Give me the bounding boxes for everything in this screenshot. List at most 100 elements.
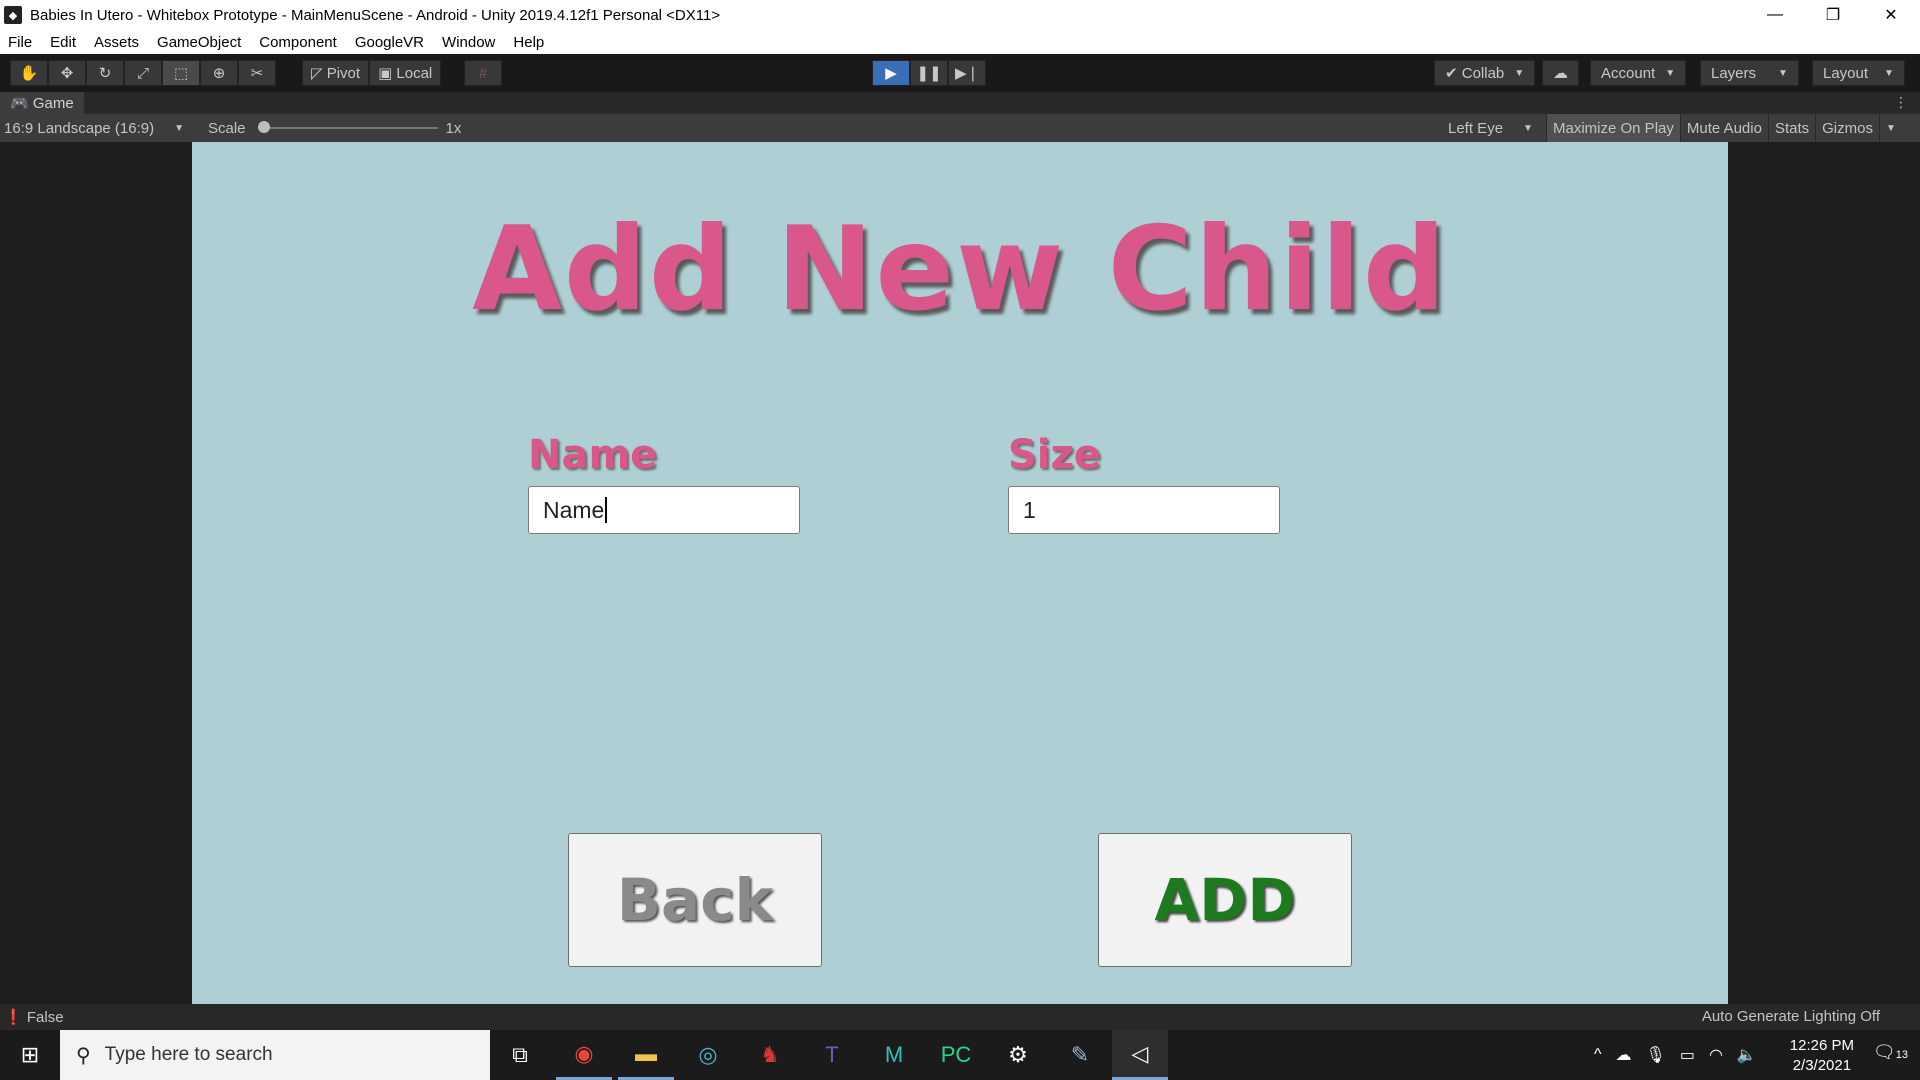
name-input-value: Name bbox=[543, 496, 605, 523]
chevron-down-icon: ▼ bbox=[1884, 67, 1894, 79]
eye-label: Left Eye bbox=[1448, 119, 1504, 137]
microphone-icon[interactable]: 🎙 bbox=[1646, 1045, 1666, 1065]
windows-start-icon[interactable]: ⊞ bbox=[0, 1030, 60, 1080]
layers-dropdown[interactable]: Layers ▼ bbox=[1700, 60, 1799, 86]
menu-component[interactable]: Component bbox=[259, 34, 337, 51]
paint-icon[interactable]: ✎ bbox=[1052, 1030, 1108, 1080]
volume-icon[interactable]: 🔈 bbox=[1737, 1045, 1757, 1065]
scale-control: Scale 1x bbox=[208, 114, 461, 142]
more-options-icon[interactable]: ⋮ bbox=[1894, 94, 1908, 111]
pycharm-icon[interactable]: PC bbox=[928, 1030, 984, 1080]
search-placeholder: Type here to search bbox=[104, 1044, 273, 1065]
account-label: Account bbox=[1601, 64, 1656, 82]
account-dropdown[interactable]: Account ▼ bbox=[1590, 60, 1687, 86]
collab-dropdown[interactable]: ✔ Collab ▼ bbox=[1434, 60, 1536, 86]
size-input-value: 1 bbox=[1023, 496, 1036, 523]
rect-tool-icon[interactable]: ⬚ bbox=[162, 60, 200, 86]
back-button[interactable]: Back bbox=[568, 833, 822, 967]
tray-cloud-icon[interactable]: ☁ bbox=[1616, 1045, 1632, 1065]
gizmos-dropdown-icon[interactable]: ▼ bbox=[1878, 114, 1902, 142]
cloud-icon: ☁ bbox=[1553, 65, 1568, 82]
custom-tool-icon[interactable]: ✂ bbox=[238, 60, 276, 86]
menu-help[interactable]: Help bbox=[513, 34, 544, 51]
pivot-label: Pivot bbox=[326, 64, 361, 82]
chevron-down-icon: ▼ bbox=[174, 122, 185, 134]
window-titlebar: ◆ Babies In Utero - Whitebox Prototype -… bbox=[0, 0, 1920, 30]
task-view-icon[interactable]: ⧉ bbox=[492, 1030, 548, 1080]
layout-dropdown[interactable]: Layout ▼ bbox=[1812, 60, 1905, 86]
app-red-icon[interactable]: ♞ bbox=[742, 1030, 798, 1080]
maximize-button[interactable]: ❐ bbox=[1804, 0, 1862, 30]
step-button[interactable]: ▶❘ bbox=[948, 60, 986, 86]
aspect-label: 16:9 Landscape (16:9) bbox=[4, 119, 155, 137]
notification-center-icon[interactable]: 🗨13 bbox=[1873, 1042, 1908, 1063]
collab-label: Collab bbox=[1461, 64, 1505, 82]
size-label: Size bbox=[1008, 432, 1101, 478]
mural-icon[interactable]: M bbox=[866, 1030, 922, 1080]
notification-count: 13 bbox=[1895, 1049, 1908, 1061]
scale-slider[interactable] bbox=[257, 121, 438, 133]
chrome-icon[interactable]: ◉ bbox=[556, 1030, 612, 1080]
status-message[interactable]: False bbox=[27, 1009, 64, 1026]
teams-icon[interactable]: T bbox=[804, 1030, 860, 1080]
size-input[interactable]: 1 bbox=[1008, 486, 1280, 534]
play-button[interactable]: ▶ bbox=[872, 60, 910, 86]
scale-tool-icon[interactable]: ⤢ bbox=[124, 60, 162, 86]
close-button[interactable]: ✕ bbox=[1862, 0, 1920, 30]
move-tool-icon[interactable]: ✥ bbox=[48, 60, 86, 86]
scale-label: Scale bbox=[208, 119, 246, 137]
local-label: Local bbox=[396, 64, 433, 82]
wifi-icon[interactable]: ◠ bbox=[1709, 1045, 1723, 1065]
minimize-button[interactable]: — bbox=[1746, 0, 1804, 30]
rotate-tool-icon[interactable]: ↻ bbox=[86, 60, 124, 86]
mute-audio-toggle[interactable]: Mute Audio bbox=[1679, 114, 1768, 142]
search-icon: ⚲ bbox=[76, 1044, 91, 1067]
tab-game[interactable]: 🎮 Game bbox=[0, 92, 84, 114]
cloud-button[interactable]: ☁ bbox=[1542, 60, 1579, 86]
chevron-down-icon: ▼ bbox=[1514, 67, 1525, 79]
page-title: Add New Child bbox=[472, 202, 1448, 337]
pivot-toggle[interactable]: ◸ Pivot bbox=[302, 60, 370, 86]
menu-file[interactable]: File bbox=[8, 34, 32, 51]
local-icon: ▣ bbox=[378, 65, 397, 82]
chevron-down-icon: ▼ bbox=[1665, 67, 1676, 79]
battery-icon[interactable]: ▭ bbox=[1680, 1045, 1695, 1065]
taskbar-clock[interactable]: 12:26 PM 2/3/2021 bbox=[1790, 1036, 1854, 1076]
unity-taskbar-icon[interactable]: ◁ bbox=[1112, 1030, 1168, 1080]
aspect-dropdown[interactable]: 16:9 Landscape (16:9) ▼ bbox=[4, 114, 184, 142]
scale-slider-knob[interactable] bbox=[257, 121, 270, 133]
pause-button[interactable]: ❚❚ bbox=[910, 60, 948, 86]
name-input[interactable]: Name bbox=[528, 486, 800, 534]
windows-taskbar: ⊞ ⚲ Type here to search ⧉ ◉ ▬ ◎ ♞ T M PC… bbox=[0, 1030, 1920, 1080]
maximize-on-play-toggle[interactable]: Maximize On Play bbox=[1546, 114, 1680, 142]
add-button[interactable]: ADD bbox=[1098, 833, 1352, 967]
clock-date: 2/3/2021 bbox=[1792, 1057, 1852, 1074]
transform-tool-icon[interactable]: ⊕ bbox=[200, 60, 238, 86]
text-cursor bbox=[605, 497, 608, 523]
tab-game-label: Game bbox=[32, 94, 74, 112]
name-label: Name bbox=[528, 432, 658, 478]
app-globe-icon[interactable]: ◎ bbox=[680, 1030, 736, 1080]
menu-bar: File Edit Assets GameObject Component Go… bbox=[0, 30, 1920, 54]
menu-window[interactable]: Window bbox=[442, 34, 495, 51]
grid-snap-icon[interactable]: # bbox=[464, 60, 502, 86]
game-view-toolbar: 16:9 Landscape (16:9) ▼ Scale 1x Left Eye… bbox=[0, 114, 1920, 142]
menu-assets[interactable]: Assets bbox=[94, 34, 139, 51]
clock-time: 12:26 PM bbox=[1789, 1037, 1854, 1054]
menu-gameobject[interactable]: GameObject bbox=[157, 34, 241, 51]
eye-dropdown[interactable]: Left Eye ▼ bbox=[1448, 114, 1533, 142]
local-toggle[interactable]: ▣ Local bbox=[369, 60, 442, 86]
gizmos-toggle[interactable]: Gizmos bbox=[1815, 114, 1879, 142]
game-viewport: Add New Child Name Name Size 1 Back ADD bbox=[192, 142, 1728, 1004]
settings-gear-icon[interactable]: ⚙ bbox=[990, 1030, 1046, 1080]
taskbar-search-input[interactable]: ⚲ Type here to search bbox=[60, 1030, 490, 1080]
menu-edit[interactable]: Edit bbox=[50, 34, 76, 51]
menu-googlevr[interactable]: GoogleVR bbox=[355, 34, 424, 51]
hand-tool-icon[interactable]: ✋ bbox=[10, 60, 48, 86]
gamepad-icon: 🎮 bbox=[10, 95, 33, 112]
stats-toggle[interactable]: Stats bbox=[1767, 114, 1815, 142]
chevron-down-icon: ▼ bbox=[1778, 67, 1788, 79]
layout-label: Layout bbox=[1823, 64, 1869, 82]
tray-chevron-up-icon[interactable]: ^ bbox=[1594, 1046, 1602, 1064]
file-explorer-icon[interactable]: ▬ bbox=[618, 1030, 674, 1080]
